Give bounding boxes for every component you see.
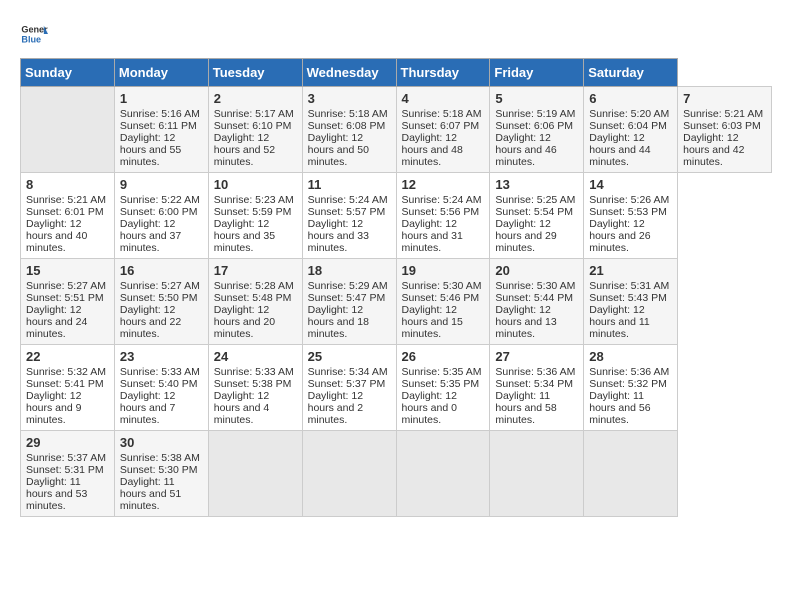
weekday-header-tuesday: Tuesday <box>208 59 302 87</box>
calendar-day-10: 10Sunrise: 5:23 AMSunset: 5:59 PMDayligh… <box>208 173 302 259</box>
calendar-table: SundayMondayTuesdayWednesdayThursdayFrid… <box>20 58 772 517</box>
empty-cell <box>396 431 490 517</box>
empty-cell <box>584 431 678 517</box>
calendar-day-26: 26Sunrise: 5:35 AMSunset: 5:35 PMDayligh… <box>396 345 490 431</box>
logo-icon: General Blue <box>20 20 48 48</box>
weekday-header-friday: Friday <box>490 59 584 87</box>
calendar-day-22: 22Sunrise: 5:32 AMSunset: 5:41 PMDayligh… <box>21 345 115 431</box>
calendar-day-25: 25Sunrise: 5:34 AMSunset: 5:37 PMDayligh… <box>302 345 396 431</box>
calendar-day-23: 23Sunrise: 5:33 AMSunset: 5:40 PMDayligh… <box>114 345 208 431</box>
calendar-day-17: 17Sunrise: 5:28 AMSunset: 5:48 PMDayligh… <box>208 259 302 345</box>
calendar-day-12: 12Sunrise: 5:24 AMSunset: 5:56 PMDayligh… <box>396 173 490 259</box>
logo: General Blue <box>20 20 48 48</box>
svg-text:Blue: Blue <box>21 34 41 44</box>
calendar-day-9: 9Sunrise: 5:22 AMSunset: 6:00 PMDaylight… <box>114 173 208 259</box>
calendar-day-13: 13Sunrise: 5:25 AMSunset: 5:54 PMDayligh… <box>490 173 584 259</box>
weekday-header-thursday: Thursday <box>396 59 490 87</box>
calendar-day-4: 4Sunrise: 5:18 AMSunset: 6:07 PMDaylight… <box>396 87 490 173</box>
weekday-header-monday: Monday <box>114 59 208 87</box>
calendar-day-20: 20Sunrise: 5:30 AMSunset: 5:44 PMDayligh… <box>490 259 584 345</box>
calendar-day-18: 18Sunrise: 5:29 AMSunset: 5:47 PMDayligh… <box>302 259 396 345</box>
calendar-day-27: 27Sunrise: 5:36 AMSunset: 5:34 PMDayligh… <box>490 345 584 431</box>
weekday-header-sunday: Sunday <box>21 59 115 87</box>
calendar-day-28: 28Sunrise: 5:36 AMSunset: 5:32 PMDayligh… <box>584 345 678 431</box>
calendar-day-6: 6Sunrise: 5:20 AMSunset: 6:04 PMDaylight… <box>584 87 678 173</box>
calendar-day-15: 15Sunrise: 5:27 AMSunset: 5:51 PMDayligh… <box>21 259 115 345</box>
calendar-day-29: 29Sunrise: 5:37 AMSunset: 5:31 PMDayligh… <box>21 431 115 517</box>
calendar-day-5: 5Sunrise: 5:19 AMSunset: 6:06 PMDaylight… <box>490 87 584 173</box>
empty-cell <box>302 431 396 517</box>
calendar-day-8: 8Sunrise: 5:21 AMSunset: 6:01 PMDaylight… <box>21 173 115 259</box>
calendar-day-2: 2Sunrise: 5:17 AMSunset: 6:10 PMDaylight… <box>208 87 302 173</box>
empty-cell <box>208 431 302 517</box>
calendar-day-24: 24Sunrise: 5:33 AMSunset: 5:38 PMDayligh… <box>208 345 302 431</box>
calendar-day-19: 19Sunrise: 5:30 AMSunset: 5:46 PMDayligh… <box>396 259 490 345</box>
calendar-day-16: 16Sunrise: 5:27 AMSunset: 5:50 PMDayligh… <box>114 259 208 345</box>
weekday-header-saturday: Saturday <box>584 59 678 87</box>
calendar-day-11: 11Sunrise: 5:24 AMSunset: 5:57 PMDayligh… <box>302 173 396 259</box>
weekday-header-wednesday: Wednesday <box>302 59 396 87</box>
calendar-day-14: 14Sunrise: 5:26 AMSunset: 5:53 PMDayligh… <box>584 173 678 259</box>
calendar-day-7: 7Sunrise: 5:21 AMSunset: 6:03 PMDaylight… <box>678 87 772 173</box>
calendar-day-1: 1Sunrise: 5:16 AMSunset: 6:11 PMDaylight… <box>114 87 208 173</box>
empty-cell <box>490 431 584 517</box>
calendar-day-30: 30Sunrise: 5:38 AMSunset: 5:30 PMDayligh… <box>114 431 208 517</box>
empty-cell <box>21 87 115 173</box>
calendar-day-21: 21Sunrise: 5:31 AMSunset: 5:43 PMDayligh… <box>584 259 678 345</box>
page-header: General Blue <box>20 20 772 48</box>
calendar-day-3: 3Sunrise: 5:18 AMSunset: 6:08 PMDaylight… <box>302 87 396 173</box>
